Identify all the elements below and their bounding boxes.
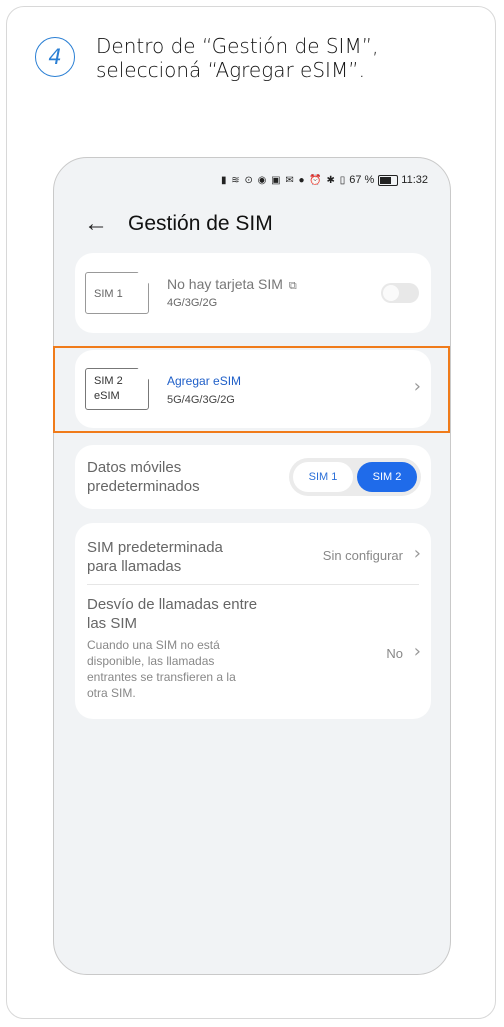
default-call-sim-label-line-2: para llamadas bbox=[87, 558, 182, 575]
back-arrow-icon[interactable]: ← bbox=[84, 210, 114, 238]
chevron-right-icon: › bbox=[413, 543, 421, 564]
call-forwarding-desc-line-4: otra SIM. bbox=[87, 686, 136, 700]
sim1-option[interactable]: SIM 1 bbox=[293, 462, 353, 492]
battery-percent: 67 % bbox=[349, 174, 375, 186]
sim2-option[interactable]: SIM 2 bbox=[357, 462, 417, 492]
edit-icon[interactable]: ⧉ bbox=[289, 280, 297, 292]
screen-title: Gestión de SIM bbox=[128, 212, 273, 235]
sim1-card-icon: SIM 1 bbox=[85, 272, 149, 314]
step-number-badge: 4 bbox=[35, 37, 75, 77]
call-forwarding-label: Desvío de llamadas entre las SIM bbox=[87, 595, 257, 633]
call-forwarding-label-line-2: las SIM bbox=[87, 615, 138, 632]
battery-icon bbox=[378, 174, 399, 186]
default-call-sim-label: SIM predeterminada para llamadas bbox=[87, 538, 223, 576]
add-esim-highlight-box bbox=[53, 346, 450, 433]
calls-panel: SIM predeterminada para llamadas Sin con… bbox=[75, 523, 431, 719]
step-instruction-line-1: Dentro de “Gestión de SIM”, bbox=[96, 34, 379, 58]
status-bar: ▮ ≋ ⊙ ◉ ▣ ✉ ● ⏰ ✱ ▯ 67 % 11:32 bbox=[221, 174, 428, 186]
step-instruction-line-2: seleccioná “Agregar eSIM”. bbox=[96, 58, 365, 82]
phone-screenshot: ▮ ≋ ⊙ ◉ ▣ ✉ ● ⏰ ✱ ▯ 67 % 11:32 ← Gestión… bbox=[53, 157, 451, 975]
mobile-data-sim-selector: SIM 1 SIM 2 bbox=[289, 458, 421, 496]
status-time: 11:32 bbox=[401, 174, 428, 186]
call-forwarding-desc-line-2: disponible, las llamadas bbox=[87, 654, 215, 668]
sim1-card-label: SIM 1 bbox=[94, 288, 123, 300]
sim1-title-text: No hay tarjeta SIM bbox=[167, 276, 283, 292]
default-call-sim-row[interactable]: SIM predeterminada para llamadas Sin con… bbox=[75, 523, 431, 583]
call-forwarding-row[interactable]: Desvío de llamadas entre las SIM Cuando … bbox=[75, 585, 431, 715]
sim1-title: No hay tarjeta SIM ⧉ bbox=[167, 276, 297, 293]
step-number: 4 bbox=[48, 45, 62, 69]
mobile-data-label: Datos móviles predeterminados bbox=[87, 458, 200, 496]
step-instruction: Dentro de “Gestión de SIM”, seleccioná “… bbox=[96, 34, 476, 82]
call-forwarding-description: Cuando una SIM no está disponible, las l… bbox=[87, 637, 287, 701]
chevron-right-icon: › bbox=[413, 641, 421, 662]
default-call-sim-label-line-1: SIM predeterminada bbox=[87, 539, 223, 556]
mobile-data-label-line-1: Datos móviles bbox=[87, 459, 182, 476]
call-forwarding-desc-line-3: entrantes se transfieren a la bbox=[87, 670, 236, 684]
call-forwarding-label-line-1: Desvío de llamadas entre bbox=[87, 596, 258, 613]
call-forwarding-desc-line-1: Cuando una SIM no está bbox=[87, 638, 220, 652]
status-icons: ▮ ≋ ⊙ ◉ ▣ ✉ ● ⏰ ✱ ▯ bbox=[221, 174, 347, 186]
mobile-data-panel: Datos móviles predeterminados SIM 1 SIM … bbox=[75, 445, 431, 509]
sim1-toggle[interactable] bbox=[381, 283, 419, 303]
mobile-data-label-line-2: predeterminados bbox=[87, 478, 200, 495]
sim1-panel[interactable]: SIM 1 No hay tarjeta SIM ⧉ 4G/3G/2G bbox=[75, 253, 431, 333]
call-forwarding-value: No bbox=[386, 646, 403, 661]
screen-header: ← Gestión de SIM bbox=[84, 210, 273, 238]
sim1-networks: 4G/3G/2G bbox=[167, 297, 218, 309]
default-call-sim-value: Sin configurar bbox=[322, 548, 403, 563]
